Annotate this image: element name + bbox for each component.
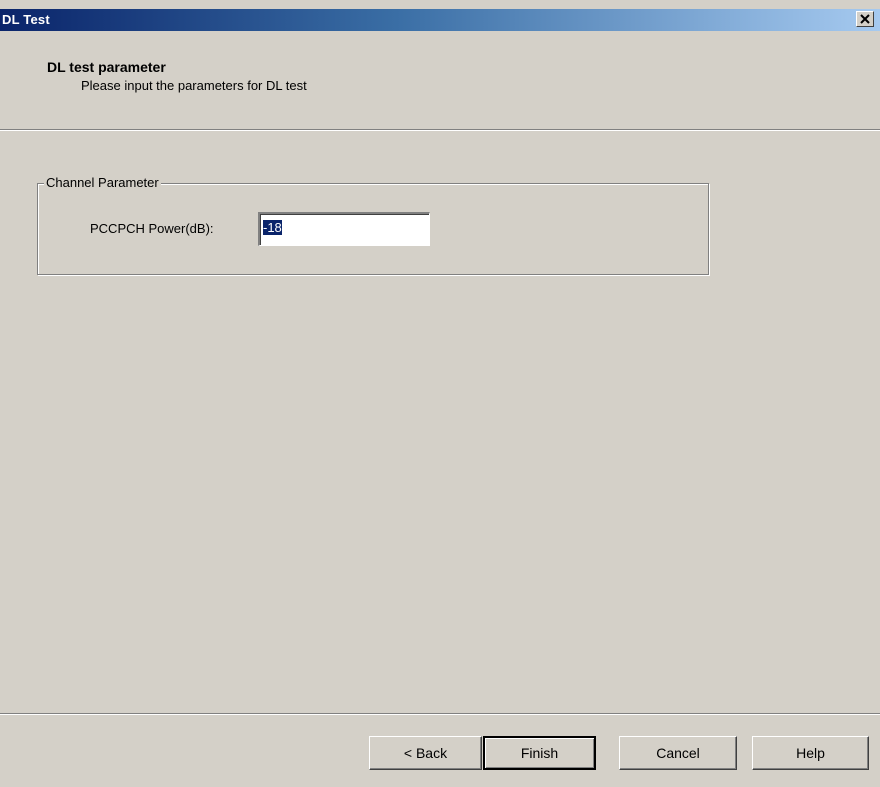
- dl-test-dialog: DL Test DL test parameter Please input t…: [0, 0, 880, 787]
- header-divider: [0, 129, 880, 131]
- finish-button[interactable]: Finish: [483, 736, 596, 770]
- cancel-button[interactable]: Cancel: [619, 736, 737, 770]
- back-button[interactable]: < Back: [369, 736, 482, 770]
- footer-divider: [0, 713, 880, 715]
- page-title: DL test parameter: [47, 59, 166, 75]
- window-title: DL Test: [2, 12, 50, 27]
- pccpch-power-value: -18: [263, 220, 282, 235]
- wizard-header: DL test parameter Please input the param…: [0, 31, 880, 129]
- close-icon: [860, 14, 870, 24]
- close-button[interactable]: [856, 11, 874, 27]
- page-subtitle: Please input the parameters for DL test: [81, 78, 307, 93]
- help-button[interactable]: Help: [752, 736, 869, 770]
- title-bar[interactable]: DL Test: [0, 9, 880, 31]
- pccpch-power-label: PCCPCH Power(dB):: [90, 221, 214, 236]
- group-legend: Channel Parameter: [44, 175, 161, 190]
- pccpch-power-input[interactable]: -18: [258, 212, 430, 246]
